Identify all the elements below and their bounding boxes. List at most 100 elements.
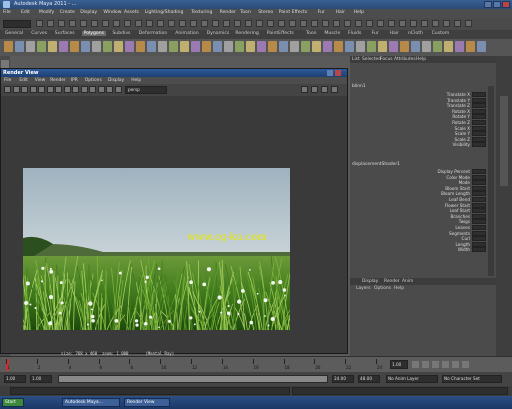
shelf-tool-icon[interactable] [48,41,57,52]
render-tool-icon[interactable] [89,86,96,93]
render-menu-ipr[interactable]: IPR [71,78,78,83]
status-tool-icon[interactable] [157,20,164,27]
menu-file[interactable]: File [3,10,11,15]
render-view-option-icon[interactable] [311,86,318,93]
channel-value-field[interactable] [472,142,486,148]
render-tool-icon[interactable] [12,86,20,93]
status-tool-icon[interactable] [234,20,241,27]
render-view-option-icon[interactable] [301,86,308,93]
render-view-option-icon[interactable] [321,86,328,93]
shelf-tool-icon[interactable] [114,41,123,52]
channel-value-field[interactable] [472,241,486,247]
tab-selected[interactable]: Selected [362,57,381,62]
shelf-tool-icon[interactable] [422,41,431,52]
tab-anim[interactable]: Anim [402,279,413,284]
render-tool-icon[interactable] [97,86,105,93]
status-tool-icon[interactable] [333,20,340,27]
status-tool-icon[interactable] [355,20,362,27]
shelf-tab-painteffects[interactable]: PaintEffects [265,31,296,36]
shelf-tool-icon[interactable] [213,41,222,52]
render-tool-icon[interactable] [4,86,11,93]
channel-value-field[interactable] [472,131,486,137]
channel-value-field[interactable] [472,97,486,103]
menu-modify[interactable]: Modify [39,10,54,15]
render-tool-icon[interactable] [55,86,62,93]
tab-display[interactable]: Display [362,279,378,284]
shelf-tab-polygons[interactable]: Polygons [81,31,107,36]
shelf-tab-animation[interactable]: Animation [173,31,200,36]
play-back-icon[interactable] [432,361,439,368]
character-set-dropdown[interactable]: No Character Set [442,375,502,383]
render-tool-icon[interactable] [114,86,122,93]
status-tool-icon[interactable] [146,20,153,27]
play-forward-icon[interactable] [442,361,449,368]
shelf-tool-icon[interactable] [389,41,398,52]
tab-render[interactable]: Render [384,279,400,284]
channel-value-field[interactable] [472,219,486,225]
menu-assets[interactable]: Assets [124,10,139,15]
step-forward-icon[interactable] [452,361,459,368]
menu-display[interactable]: Display [80,10,97,15]
status-tool-icon[interactable] [47,20,54,27]
status-tool-icon[interactable] [102,20,109,27]
menu-edit[interactable]: Edit [21,10,30,15]
render-tool-icon[interactable] [46,86,54,93]
shelf-tab-curves[interactable]: Curves [29,31,49,36]
maximize-button[interactable] [493,1,501,8]
channel-value-field[interactable] [472,247,486,253]
minimize-button[interactable] [484,1,492,8]
mel-command-input[interactable] [10,387,290,395]
shelf-tool-icon[interactable] [312,41,321,52]
status-tool-icon[interactable] [124,20,131,27]
menu-help[interactable]: Help [354,10,364,15]
shelf-tab-rendering[interactable]: Rendering [233,31,260,36]
status-tool-icon[interactable] [212,20,219,27]
channel-value-field[interactable] [472,208,486,214]
status-tool-icon[interactable] [223,20,230,27]
render-menu-edit[interactable]: Edit [19,78,28,83]
channel-value-field[interactable] [472,213,486,219]
shelf-tool-icon[interactable] [158,41,167,52]
status-tool-icon[interactable] [190,20,197,27]
status-tool-icon[interactable] [80,20,87,27]
menu-texturing[interactable]: Texturing [191,10,212,15]
shelf-tool-icon[interactable] [411,41,420,52]
tab-focus[interactable]: Focus [380,57,393,62]
render-tool-icon[interactable] [21,86,28,93]
status-tool-icon[interactable] [289,20,296,27]
playback-end-field[interactable]: 24.00 [332,375,354,383]
channel-value-field[interactable] [472,225,486,230]
status-tool-icon[interactable] [36,20,43,27]
shelf-tool-icon[interactable] [345,41,354,52]
shelf-tool-icon[interactable] [334,41,343,52]
render-menu-display[interactable]: Display [108,78,124,83]
menu-help[interactable]: Help [394,286,404,291]
shelf-tool-icon[interactable] [224,41,233,52]
start-time-field[interactable]: 1.00 [4,375,26,383]
render-menu-file[interactable]: File [4,78,11,83]
taskbar-item-maya[interactable]: Autodesk Maya... [62,398,120,407]
shelf-tab-fluids[interactable]: Fluids [346,31,363,36]
status-tool-icon[interactable] [311,20,318,27]
shelf-tool-icon[interactable] [202,41,211,52]
menu-stereo[interactable]: Stereo [258,10,273,15]
shelf-tab-toon[interactable]: Toon [304,31,319,36]
shelf-tab-fur[interactable]: Fur [370,31,381,36]
shelf-tab-hair[interactable]: Hair [388,31,401,36]
channel-scrollbar[interactable] [488,86,494,276]
channel-value-field[interactable] [472,120,486,125]
shelf-tool-icon[interactable] [169,41,178,52]
status-tool-icon[interactable] [443,20,450,27]
render-tool-icon[interactable] [106,86,113,93]
render-tool-icon[interactable] [29,86,37,93]
status-tool-icon[interactable] [168,20,175,27]
status-tool-icon[interactable] [421,20,428,27]
time-slider[interactable]: 1.00 1 2 4 6 8 10 12 14 16 18 20 22 24 [0,356,512,373]
render-menu-render[interactable]: Render [50,78,66,83]
channel-value-field[interactable] [472,114,486,120]
status-tool-icon[interactable] [322,20,329,27]
shelf-tool-icon[interactable] [147,41,156,52]
shelf-tool-icon[interactable] [466,41,475,52]
step-back-icon[interactable] [422,361,429,368]
tab-list[interactable]: List [352,57,360,62]
